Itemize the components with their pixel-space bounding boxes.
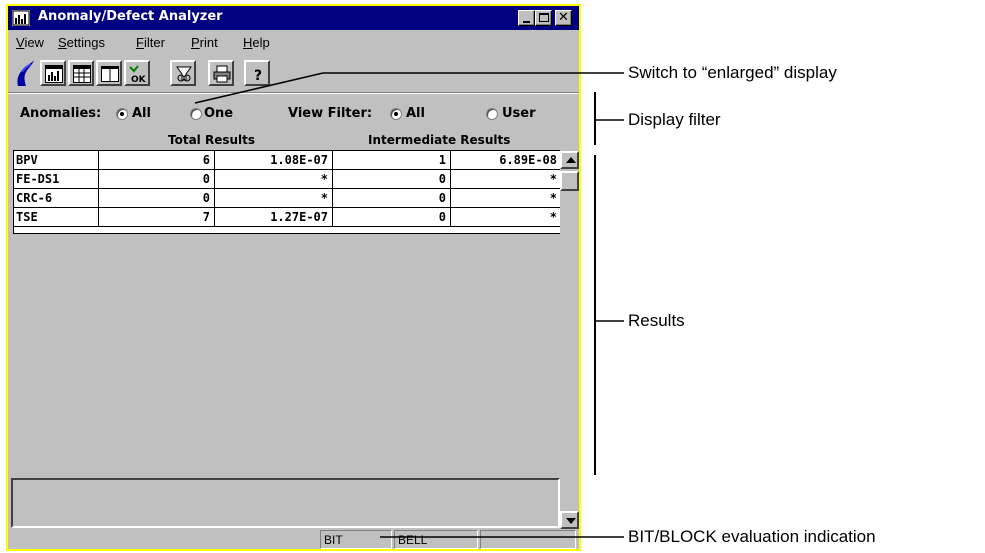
table-view-button[interactable] bbox=[68, 60, 94, 86]
table-row[interactable]: BPV 6 1.08E-07 1 6.89E-08 bbox=[14, 151, 561, 170]
table-icon bbox=[73, 65, 91, 83]
total-count: 0 bbox=[99, 189, 215, 208]
window-title: Anomaly/Defect Analyzer bbox=[38, 9, 223, 24]
minimize-button[interactable] bbox=[518, 10, 535, 26]
intermediate-rate: 6.89E-08 bbox=[499, 153, 557, 167]
histogram-button[interactable] bbox=[40, 60, 66, 86]
table-row[interactable]: CRC-6 0 * 0 * bbox=[14, 189, 561, 208]
callout-display-filter: Display filter bbox=[628, 110, 721, 129]
menu-help[interactable]: Help bbox=[243, 35, 270, 50]
results-table: BPV 6 1.08E-07 1 6.89E-08 FE-DS1 0 * 0 *… bbox=[13, 150, 561, 234]
status-field-empty bbox=[480, 530, 576, 549]
table-row[interactable]: TSE 7 1.27E-07 0 * bbox=[14, 208, 561, 227]
anomalies-all-label[interactable]: All bbox=[132, 106, 151, 121]
app-icon bbox=[12, 10, 30, 26]
intermediate-rate: * bbox=[549, 210, 557, 224]
anomaly-name: CRC-6 bbox=[14, 189, 99, 208]
close-icon: ✕ bbox=[558, 10, 569, 25]
view-filter-user-label[interactable]: User bbox=[502, 106, 536, 121]
total-count: 0 bbox=[99, 170, 215, 189]
menu-filter[interactable]: Filter bbox=[136, 35, 165, 50]
total-rate: * bbox=[215, 170, 333, 189]
results-scrollbar[interactable] bbox=[560, 151, 579, 529]
logo-icon bbox=[17, 60, 34, 86]
menu-view[interactable]: View bbox=[16, 35, 44, 50]
view-filter-user-radio[interactable] bbox=[486, 108, 498, 120]
total-rate: 1.08E-07 bbox=[215, 151, 333, 170]
enlarge-display-icon bbox=[101, 66, 119, 82]
anomaly-name: BPV bbox=[14, 151, 99, 170]
close-button[interactable]: ✕ bbox=[555, 10, 572, 26]
intermediate-count: 0 bbox=[333, 189, 451, 208]
anomalies-one-label[interactable]: One bbox=[204, 106, 233, 121]
menu-print[interactable]: Print bbox=[191, 35, 218, 50]
svg-text:?: ? bbox=[254, 68, 262, 83]
status-bar: BIT BELL bbox=[8, 530, 579, 549]
help-icon: ? bbox=[254, 68, 262, 83]
total-count: 6 bbox=[99, 151, 215, 170]
maximize-icon bbox=[539, 13, 549, 22]
intermediate-count: 0 bbox=[333, 170, 451, 189]
message-panel bbox=[11, 478, 560, 528]
total-rate: 1.27E-07 bbox=[215, 208, 333, 227]
intermediate-count: 0 bbox=[333, 208, 451, 227]
anomalies-all-radio[interactable] bbox=[116, 108, 128, 120]
menu-bar: View Settings Filter Print Help bbox=[8, 32, 579, 52]
maximize-button[interactable] bbox=[535, 10, 552, 26]
histogram-icon bbox=[45, 65, 63, 83]
ok-button[interactable]: OK bbox=[124, 60, 150, 86]
print-icon bbox=[213, 65, 231, 83]
bell-indicator: BELL bbox=[394, 530, 478, 549]
view-filter-all-radio[interactable] bbox=[390, 108, 402, 120]
menu-settings[interactable]: Settings bbox=[58, 35, 105, 50]
filter-icon bbox=[176, 66, 192, 82]
intermediate-rate: * bbox=[549, 191, 557, 205]
analyzer-window: Anomaly/Defect Analyzer ✕ View Settings … bbox=[6, 4, 581, 551]
callout-bit-block: BIT/BLOCK evaluation indication bbox=[628, 527, 876, 546]
minimize-icon bbox=[523, 21, 530, 23]
bit-indicator: BIT bbox=[320, 530, 392, 549]
ok-icon: OK bbox=[129, 65, 147, 83]
table-row[interactable]: FE-DS1 0 * 0 * bbox=[14, 170, 561, 189]
toolbar: OK ? bbox=[8, 54, 579, 90]
scroll-thumb[interactable] bbox=[560, 171, 579, 191]
arrow-down-icon bbox=[566, 518, 576, 524]
help-button[interactable]: ? bbox=[244, 60, 270, 86]
anomalies-label: Anomalies: bbox=[20, 106, 102, 121]
anomaly-name: TSE bbox=[14, 208, 99, 227]
callout-enlarged-display: Switch to “enlarged” display bbox=[628, 63, 837, 82]
arrow-up-icon bbox=[566, 157, 576, 163]
scroll-down-button[interactable] bbox=[560, 511, 579, 529]
view-filter-label: View Filter: bbox=[288, 106, 373, 121]
anomalies-one-radio[interactable] bbox=[190, 108, 202, 120]
total-rate: * bbox=[215, 189, 333, 208]
display-filter-row: Anomalies: All One View Filter: All User bbox=[8, 102, 579, 124]
view-filter-all-label[interactable]: All bbox=[406, 106, 425, 121]
title-bar[interactable]: Anomaly/Defect Analyzer ✕ bbox=[8, 6, 579, 30]
intermediate-results-header: Intermediate Results bbox=[368, 133, 511, 147]
total-count: 7 bbox=[99, 208, 215, 227]
callout-results: Results bbox=[628, 311, 685, 330]
intermediate-count: 1 bbox=[333, 151, 451, 170]
scroll-up-button[interactable] bbox=[560, 151, 579, 169]
enlarge-display-button[interactable] bbox=[96, 60, 122, 86]
anomaly-name: FE-DS1 bbox=[14, 170, 99, 189]
total-results-header: Total Results bbox=[168, 133, 256, 147]
intermediate-rate: * bbox=[549, 172, 557, 186]
filter-button[interactable] bbox=[170, 60, 196, 86]
toolbar-separator bbox=[8, 92, 579, 94]
results-headers: Total Results Intermediate Results bbox=[8, 130, 579, 150]
print-button[interactable] bbox=[208, 60, 234, 86]
svg-text:OK: OK bbox=[131, 75, 147, 83]
